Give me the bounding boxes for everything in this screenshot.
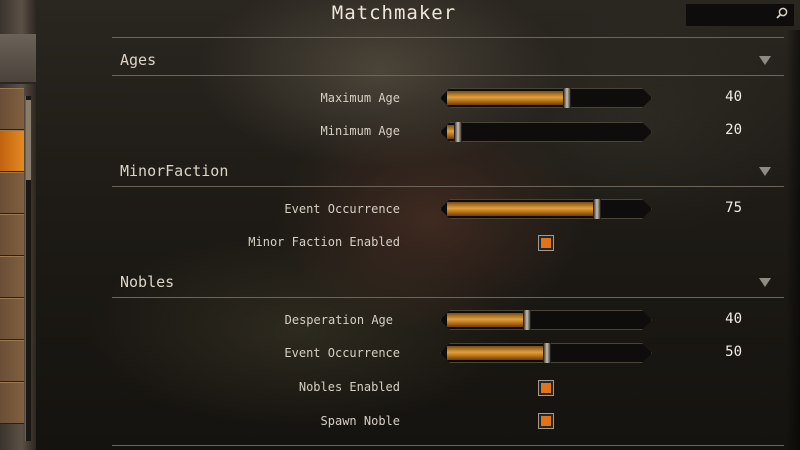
page-title: Matchmaker [331, 2, 457, 24]
section-divider [112, 445, 784, 446]
section-header-nobles[interactable]: Nobles [120, 273, 174, 291]
collapse-arrow-icon[interactable] [759, 167, 771, 176]
checkbox-check-mark [541, 383, 551, 393]
side-menu-scrollbar[interactable] [25, 96, 31, 441]
side-menu-item-active[interactable] [0, 130, 24, 172]
minimum-age-label: Minimum Age [320, 124, 400, 138]
side-menu-item[interactable] [0, 88, 24, 130]
minorfaction-event-occurrence-slider-thumb[interactable] [593, 197, 601, 223]
section-divider [112, 75, 784, 76]
desperation-age-slider-thumb[interactable] [523, 308, 531, 334]
nobles-event-occurrence-slider[interactable] [440, 343, 652, 363]
side-menu-item[interactable] [0, 214, 24, 256]
section-header-ages[interactable]: Ages [120, 51, 156, 69]
nobles-event-occurrence-label: Event Occurrence [284, 346, 400, 360]
maximum-age-slider[interactable] [440, 88, 652, 108]
section-divider [112, 186, 784, 187]
matchmaker-panel: Matchmaker Ages Maximum Age 40 Minimum A… [104, 0, 784, 450]
side-menu [0, 0, 36, 450]
section-header-minorfaction[interactable]: MinorFaction [120, 162, 228, 180]
minimum-age-value: 20 [725, 122, 742, 138]
desperation-age-value: 40 [725, 311, 742, 327]
collapse-arrow-icon[interactable] [759, 278, 771, 287]
spawn-noble-checkbox[interactable] [538, 413, 554, 429]
side-menu-item[interactable] [0, 298, 24, 340]
maximum-age-slider-fill [447, 91, 566, 105]
nobles-event-occurrence-slider-thumb[interactable] [543, 341, 551, 367]
maximum-age-label: Maximum Age [320, 91, 400, 105]
nobles-event-occurrence-value: 50 [725, 344, 742, 360]
side-menu-item[interactable] [0, 382, 24, 424]
minorfaction-event-occurrence-label: Event Occurrence [284, 202, 400, 216]
checkbox-check-mark [541, 238, 551, 248]
section-divider [112, 297, 784, 298]
side-menu-item[interactable] [0, 340, 24, 382]
checkbox-check-mark [541, 416, 551, 426]
desperation-age-label: Desperation Age [284, 313, 393, 327]
spawn-noble-label: Spawn Noble [320, 414, 400, 428]
desperation-age-slider[interactable] [440, 310, 652, 330]
minor-faction-enabled-label: Minor Faction Enabled [248, 235, 400, 249]
side-menu-item[interactable] [0, 256, 24, 298]
nobles-enabled-label: Nobles Enabled [298, 380, 400, 394]
side-menu-cap [0, 34, 36, 84]
minorfaction-event-occurrence-value: 75 [725, 200, 742, 216]
minor-faction-enabled-checkbox[interactable] [538, 235, 554, 251]
nobles-event-occurrence-slider-fill [447, 346, 546, 360]
collapse-arrow-icon[interactable] [759, 56, 771, 65]
minorfaction-event-occurrence-slider-fill [447, 202, 596, 216]
desperation-age-slider-fill [447, 313, 526, 327]
title-divider [112, 37, 784, 38]
side-menu-scrollbar-thumb[interactable] [26, 100, 31, 180]
nobles-enabled-checkbox[interactable] [538, 380, 554, 396]
panel-edge-shadow [786, 30, 800, 450]
maximum-age-value: 40 [725, 89, 742, 105]
maximum-age-slider-thumb[interactable] [563, 86, 571, 112]
minorfaction-event-occurrence-slider[interactable] [440, 199, 652, 219]
minimum-age-slider-thumb[interactable] [454, 120, 462, 146]
minimum-age-slider[interactable] [440, 122, 652, 142]
side-menu-item[interactable] [0, 172, 24, 214]
